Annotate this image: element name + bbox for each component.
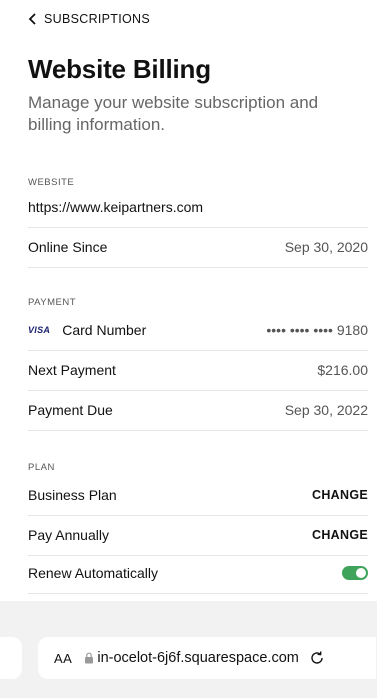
page-subtitle: Manage your website subscription and bil…: [28, 93, 319, 134]
chevron-left-icon: [28, 13, 36, 25]
website-url: https://www.keipartners.com: [28, 199, 204, 215]
next-payment-value: $216.00: [317, 362, 368, 378]
pay-annually-row: Pay Annually CHANGE: [28, 515, 368, 556]
section-label-plan: PLAN: [28, 462, 55, 473]
section-label-payment: PAYMENT: [28, 297, 77, 308]
text-size-button[interactable]: AA: [54, 651, 72, 666]
change-billing-button[interactable]: CHANGE: [312, 528, 368, 542]
back-label: SUBSCRIPTIONS: [44, 12, 150, 26]
next-payment-row: Next Payment $216.00: [28, 350, 368, 391]
card-number-value: •••• •••• •••• 9180: [266, 322, 368, 338]
toggle-knob: [356, 568, 366, 578]
back-to-subscriptions-link[interactable]: SUBSCRIPTIONS: [28, 10, 150, 28]
renew-label: Renew Automatically: [28, 565, 158, 581]
address-url: in-ocelot-6j6f.squarespace.com: [97, 650, 299, 666]
payment-due-value: Sep 30, 2022: [284, 402, 368, 418]
business-plan-row: Business Plan CHANGE: [28, 475, 368, 516]
renew-toggle[interactable]: [342, 566, 368, 580]
plan-name: Business Plan: [28, 487, 117, 503]
card-number-row: VISA Card Number •••• •••• •••• 9180: [28, 310, 368, 351]
lock-icon: [85, 652, 94, 664]
online-since-row: Online Since Sep 30, 2020: [28, 227, 368, 268]
previous-tab-edge[interactable]: [0, 637, 22, 679]
online-since-label: Online Since: [28, 239, 108, 255]
billing-page: SUBSCRIPTIONS Website Billing Manage you…: [0, 0, 377, 600]
online-since-value: Sep 30, 2020: [284, 239, 368, 255]
change-plan-button[interactable]: CHANGE: [312, 488, 368, 502]
address-bar[interactable]: AA in-ocelot-6j6f.squarespace.com: [38, 637, 376, 679]
card-number-label: Card Number: [62, 322, 147, 338]
renew-automatically-row: Renew Automatically: [28, 553, 368, 594]
next-payment-label: Next Payment: [28, 362, 116, 378]
website-url-row: https://www.keipartners.com: [28, 187, 368, 228]
card-number-left: VISA Card Number: [28, 322, 146, 338]
payment-due-row: Payment Due Sep 30, 2022: [28, 390, 368, 431]
billing-cycle: Pay Annually: [28, 527, 109, 543]
page-title: Website Billing: [28, 54, 211, 84]
reload-icon[interactable]: [309, 650, 325, 666]
visa-icon: VISA: [28, 325, 51, 335]
payment-due-label: Payment Due: [28, 402, 113, 418]
